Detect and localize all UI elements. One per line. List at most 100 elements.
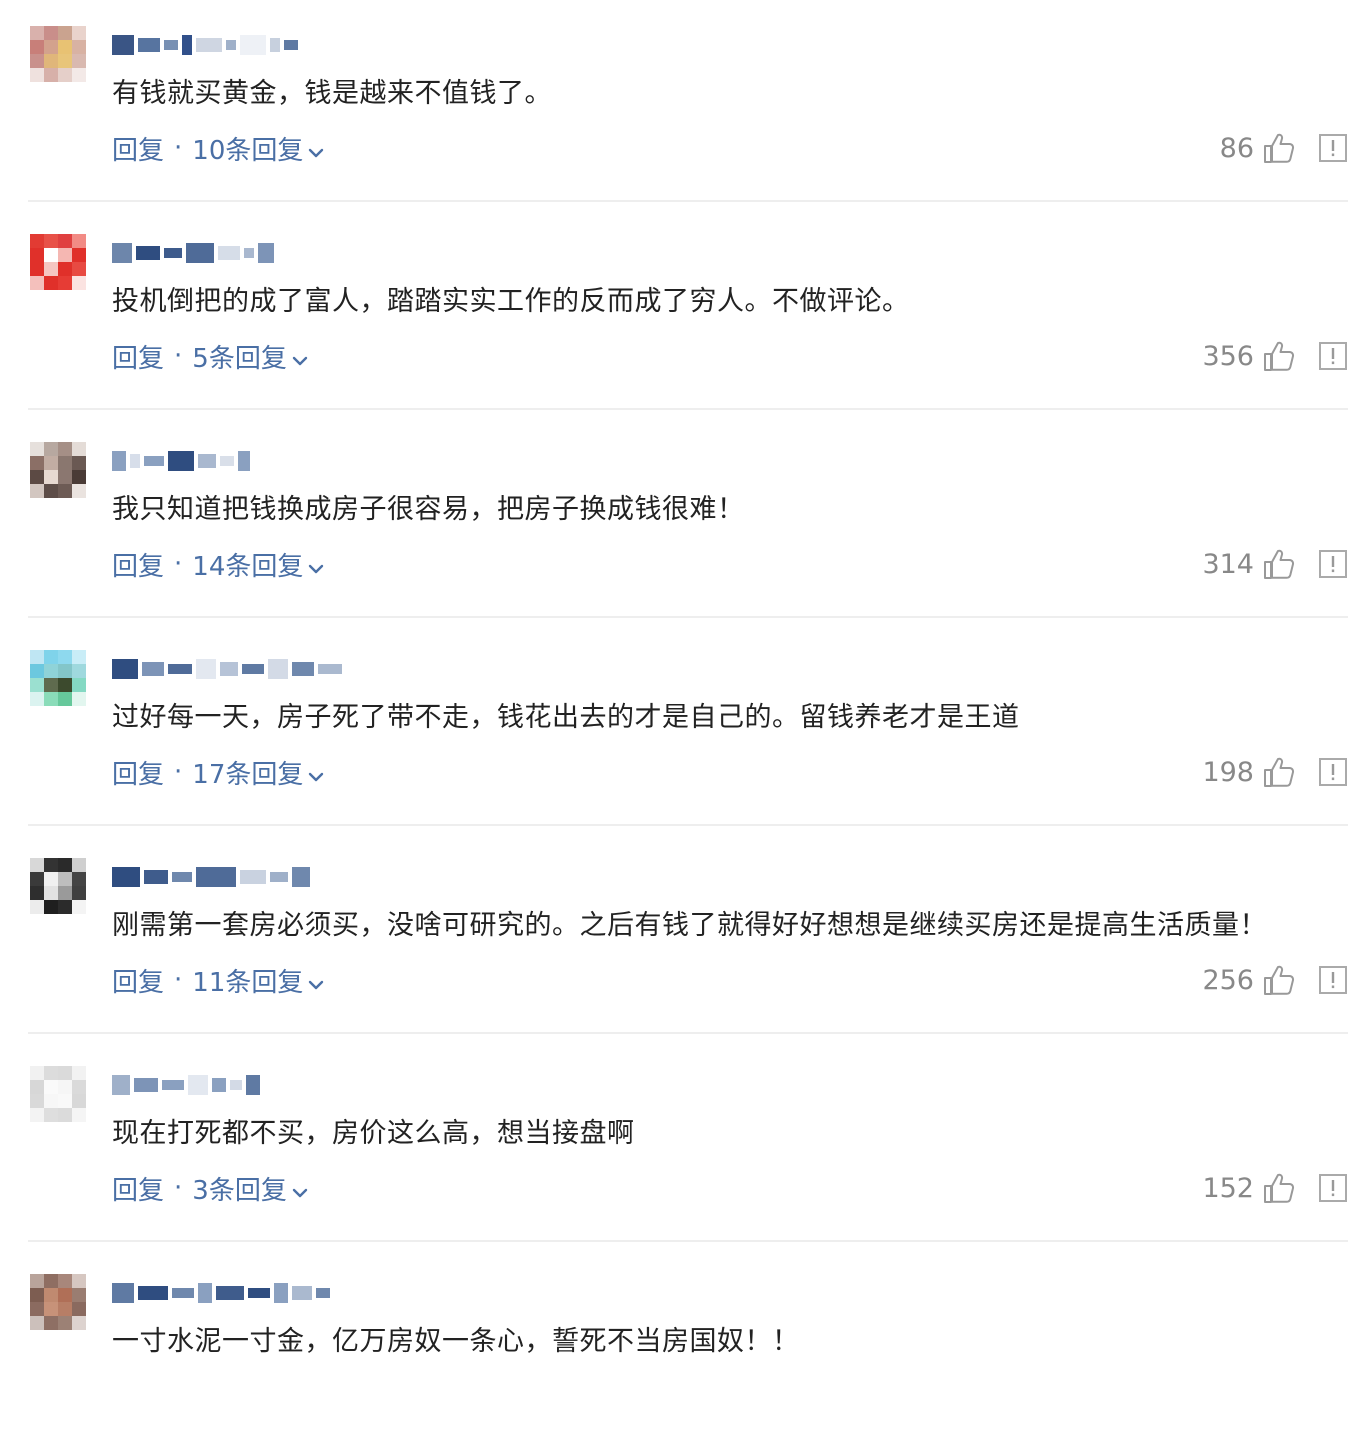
avatar-pixel bbox=[58, 858, 72, 872]
avatar-pixel bbox=[44, 276, 58, 290]
username-mosaic-block bbox=[136, 246, 160, 260]
chevron-down-icon[interactable] bbox=[291, 347, 309, 366]
reply-button[interactable]: 回复 bbox=[112, 546, 164, 583]
username-mosaic-block bbox=[270, 872, 288, 882]
avatar-pixel bbox=[72, 1274, 86, 1288]
reply-button[interactable]: 回复 bbox=[112, 962, 164, 999]
avatar-pixel bbox=[72, 692, 86, 706]
reply-button[interactable]: 回复 bbox=[112, 1170, 164, 1207]
username-mosaic-block bbox=[240, 870, 266, 884]
comment-list: 有钱就买黄金，钱是越来不值钱了。 回复 · 10条回复 86 投机倒把的成了富人，踏踏实实… bbox=[0, 0, 1366, 1378]
username-mosaic-block bbox=[168, 451, 194, 471]
thumbs-up-icon[interactable] bbox=[1262, 1171, 1296, 1205]
avatar-pixel bbox=[58, 664, 72, 678]
avatar[interactable] bbox=[30, 858, 86, 914]
view-replies-link[interactable]: 10条回复 bbox=[192, 130, 303, 167]
avatar[interactable] bbox=[30, 26, 86, 82]
avatar-pixel bbox=[72, 872, 86, 886]
chevron-down-icon[interactable] bbox=[307, 555, 325, 574]
username-blurred[interactable] bbox=[112, 238, 278, 268]
avatar-pixel bbox=[58, 26, 72, 40]
view-replies-link[interactable]: 11条回复 bbox=[192, 962, 303, 999]
avatar-pixel bbox=[72, 248, 86, 262]
avatar-pixel bbox=[44, 54, 58, 68]
avatar[interactable] bbox=[30, 1274, 86, 1330]
username-blurred[interactable] bbox=[112, 1070, 264, 1100]
comment-item: 过好每一天，房子死了带不走，钱花出去的才是自己的。留钱养老才是王道 回复 · 17条回… bbox=[0, 624, 1366, 832]
avatar-pixel bbox=[72, 40, 86, 54]
username-mosaic-block bbox=[172, 872, 192, 882]
avatar-pixel bbox=[72, 1316, 86, 1330]
view-replies-link[interactable]: 17条回复 bbox=[192, 754, 303, 791]
thumbs-up-icon[interactable] bbox=[1262, 547, 1296, 581]
avatar[interactable] bbox=[30, 1066, 86, 1122]
username-mosaic-block bbox=[216, 1286, 244, 1300]
avatar-pixel bbox=[44, 872, 58, 886]
avatar-pixel bbox=[58, 442, 72, 456]
view-replies-link[interactable]: 3条回复 bbox=[192, 1170, 287, 1207]
avatar-pixel bbox=[58, 872, 72, 886]
comment-actions: 314 bbox=[1202, 544, 1348, 584]
report-icon[interactable] bbox=[1318, 965, 1348, 995]
like-count: 256 bbox=[1202, 964, 1254, 996]
avatar-pixel bbox=[30, 40, 44, 54]
avatar[interactable] bbox=[30, 650, 86, 706]
avatar-pixel bbox=[58, 68, 72, 82]
avatar-pixel bbox=[44, 1302, 58, 1316]
thumbs-up-icon[interactable] bbox=[1262, 131, 1296, 165]
username-blurred[interactable] bbox=[112, 30, 302, 60]
thumbs-up-icon[interactable] bbox=[1262, 963, 1296, 997]
username-blurred[interactable] bbox=[112, 1278, 334, 1308]
thumbs-up-icon[interactable] bbox=[1262, 755, 1296, 789]
chevron-down-icon[interactable] bbox=[291, 1179, 309, 1198]
username-mosaic-block bbox=[112, 35, 134, 55]
avatar-pixel bbox=[30, 858, 44, 872]
reply-row: 回复 · 10条回复 bbox=[112, 130, 325, 166]
avatar-pixel bbox=[72, 1108, 86, 1122]
divider bbox=[28, 408, 1348, 410]
report-icon[interactable] bbox=[1318, 133, 1348, 163]
separator-dot: · bbox=[174, 133, 183, 163]
avatar-pixel bbox=[30, 900, 44, 914]
avatar-pixel bbox=[44, 678, 58, 692]
avatar[interactable] bbox=[30, 234, 86, 290]
avatar-pixel bbox=[30, 484, 44, 498]
avatar-pixel bbox=[30, 1302, 44, 1316]
comment-item: 一寸水泥一寸金，亿万房奴一条心，誓死不当房国奴！！ bbox=[0, 1248, 1366, 1456]
avatar-pixel bbox=[44, 1288, 58, 1302]
username-blurred[interactable] bbox=[112, 862, 314, 892]
chevron-down-icon[interactable] bbox=[307, 971, 325, 990]
view-replies-link[interactable]: 5条回复 bbox=[192, 338, 287, 375]
avatar-pixel bbox=[58, 886, 72, 900]
thumbs-up-icon[interactable] bbox=[1262, 339, 1296, 373]
divider bbox=[28, 1032, 1348, 1034]
report-icon[interactable] bbox=[1318, 341, 1348, 371]
reply-button[interactable]: 回复 bbox=[112, 130, 164, 167]
report-icon[interactable] bbox=[1318, 757, 1348, 787]
chevron-down-icon[interactable] bbox=[307, 139, 325, 158]
avatar[interactable] bbox=[30, 442, 86, 498]
reply-button[interactable]: 回复 bbox=[112, 754, 164, 791]
reply-button[interactable]: 回复 bbox=[112, 338, 164, 375]
report-icon[interactable] bbox=[1318, 1173, 1348, 1203]
avatar-pixel bbox=[58, 650, 72, 664]
report-icon[interactable] bbox=[1318, 549, 1348, 579]
avatar-pixel bbox=[44, 886, 58, 900]
avatar-pixel bbox=[30, 1316, 44, 1330]
avatar-pixel bbox=[58, 276, 72, 290]
view-replies-link[interactable]: 14条回复 bbox=[192, 546, 303, 583]
comment-text: 有钱就买黄金，钱是越来不值钱了。 bbox=[112, 78, 552, 109]
avatar-pixel bbox=[30, 872, 44, 886]
reply-row: 回复 · 14条回复 bbox=[112, 546, 325, 582]
username-mosaic-block bbox=[112, 243, 132, 263]
username-blurred[interactable] bbox=[112, 446, 254, 476]
avatar-pixel bbox=[58, 484, 72, 498]
avatar-pixel bbox=[30, 1066, 44, 1080]
username-blurred[interactable] bbox=[112, 654, 346, 684]
avatar-pixel bbox=[30, 1108, 44, 1122]
avatar-pixel bbox=[58, 1274, 72, 1288]
username-mosaic-block bbox=[142, 662, 164, 676]
avatar-pixel bbox=[30, 68, 44, 82]
avatar-pixel bbox=[72, 68, 86, 82]
chevron-down-icon[interactable] bbox=[307, 763, 325, 782]
